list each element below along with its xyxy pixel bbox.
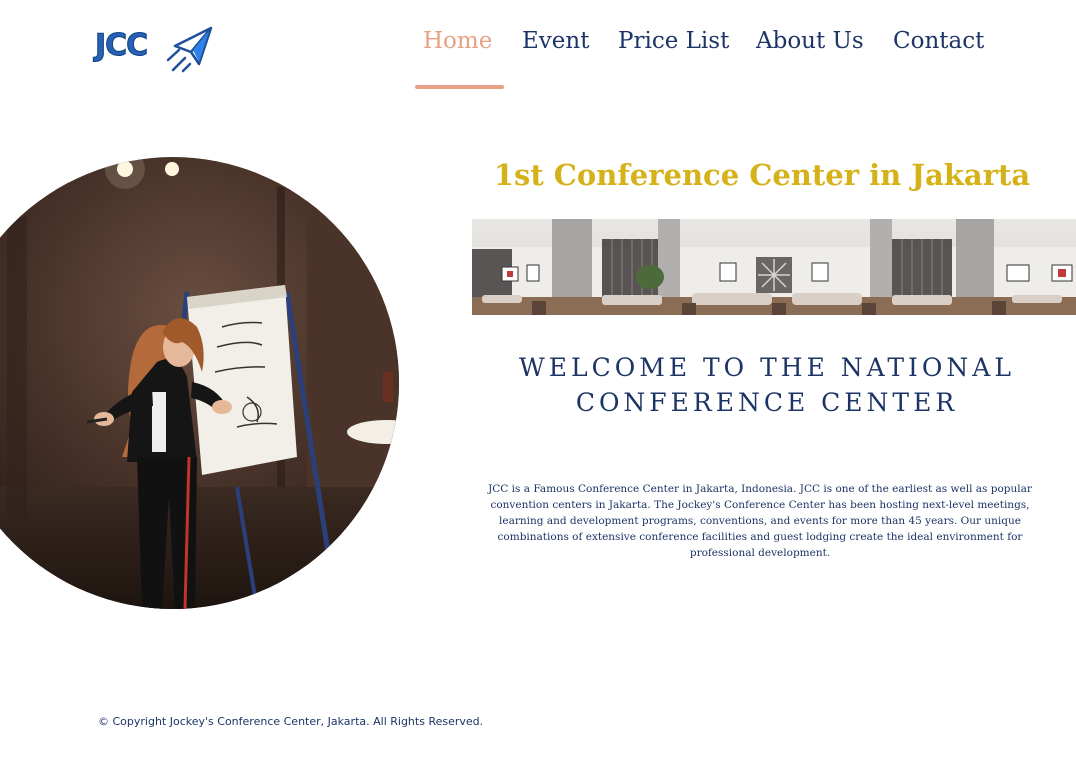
welcome-heading: WELCOME TO THE NATIONAL CONFERENCE CENTE… — [472, 350, 1062, 420]
nav-contact[interactable]: Contact — [893, 28, 984, 54]
page-headline: 1st Conference Center in Jakarta — [493, 158, 1031, 192]
welcome-line-1: WELCOME TO THE NATIONAL — [519, 353, 1015, 382]
nav-home[interactable]: Home — [423, 28, 492, 54]
intro-paragraph: JCC is a Famous Conference Center in Jak… — [488, 482, 1032, 559]
nav-event[interactable]: Event — [522, 28, 589, 54]
logo-text: JCC — [94, 28, 148, 64]
nav-price-list[interactable]: Price List — [618, 28, 729, 54]
brand-logo[interactable]: JCC — [94, 26, 215, 74]
active-nav-indicator — [415, 85, 504, 89]
footer-copyright: © Copyright Jockey's Conference Center, … — [98, 715, 484, 728]
nav-about-us[interactable]: About Us — [756, 28, 864, 54]
speaker-photo — [0, 157, 399, 609]
welcome-line-2: CONFERENCE CENTER — [575, 388, 959, 417]
paper-plane-icon — [166, 26, 213, 73]
conference-hall-banner — [472, 219, 1076, 315]
